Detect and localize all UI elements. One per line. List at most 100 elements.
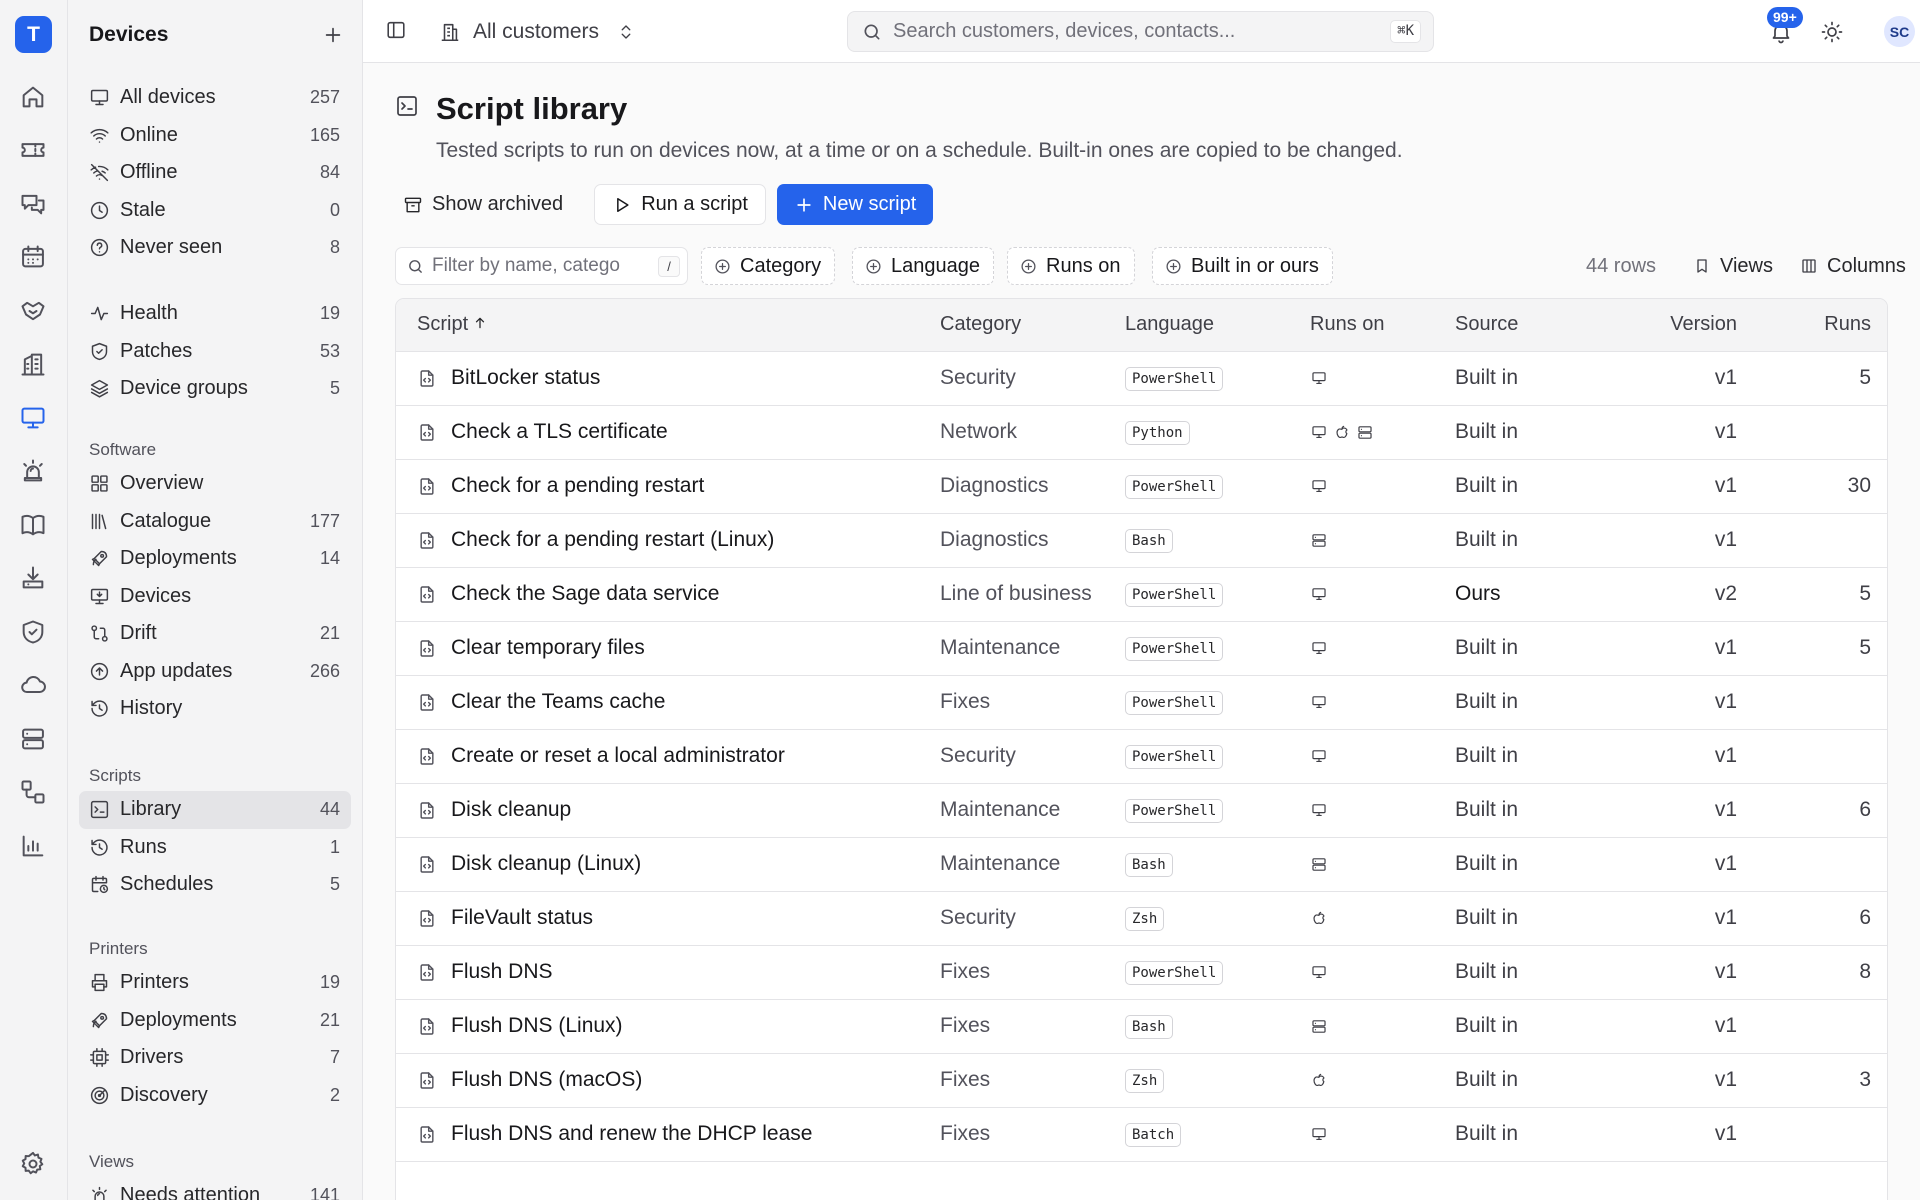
table-row[interactable]: Create or reset a local administrator Sec… — [396, 729, 1887, 784]
workflow-icon[interactable] — [19, 778, 47, 806]
filter-chip-language[interactable]: Language — [852, 247, 994, 285]
table-row[interactable]: Check for a pending restart Diagnostics Po… — [396, 459, 1887, 514]
script-name-cell[interactable]: FileVault status — [396, 891, 940, 946]
sidebar-item-discovery[interactable]: Discovery 2 — [79, 1077, 351, 1115]
sidebar-item-app-updates[interactable]: App updates 266 — [79, 653, 351, 691]
sidebar-item-schedules[interactable]: Schedules 5 — [79, 866, 351, 904]
script-name-cell[interactable]: Flush DNS and renew the DHCP lease — [396, 1107, 940, 1162]
gear-icon[interactable] — [19, 1150, 47, 1178]
script-name-cell[interactable]: BitLocker status — [396, 351, 940, 406]
sidebar-item-never-seen[interactable]: Never seen 8 — [79, 229, 351, 267]
script-name-cell[interactable]: Disk cleanup (Linux) — [396, 837, 940, 892]
columns-button[interactable]: Columns — [1801, 251, 1906, 281]
sidebar-item-device-groups[interactable]: Device groups 5 — [79, 370, 351, 408]
sidebar-item-online[interactable]: Online 165 — [79, 117, 351, 155]
script-name-cell[interactable]: Check the Sage data service — [396, 567, 940, 622]
table-row[interactable]: Flush DNS and renew the DHCP lease Fixes B… — [396, 1107, 1887, 1162]
script-name-cell[interactable]: Flush DNS (macOS) — [396, 1053, 940, 1108]
sidebar-item-offline[interactable]: Offline 84 — [79, 154, 351, 192]
filter-chip-runs-on[interactable]: Runs on — [1007, 247, 1135, 285]
filter-chip-source[interactable]: Built in or ours — [1152, 247, 1333, 285]
script-name-cell[interactable]: Create or reset a local administrator — [396, 729, 940, 784]
chart-icon[interactable] — [19, 832, 47, 860]
table-row[interactable]: Check for a pending restart (Linux) Diagn… — [396, 513, 1887, 568]
table-row[interactable]: FileVault status Security Zsh Built in v1 6 — [396, 891, 1887, 946]
column-header-runs-on[interactable]: Runs on — [1310, 299, 1455, 352]
sidebar-item-drivers[interactable]: Drivers 7 — [79, 1039, 351, 1077]
script-name-cell[interactable]: Clear the Teams cache — [396, 675, 940, 730]
monitor-icon[interactable] — [19, 404, 47, 432]
plus-icon[interactable] — [322, 24, 344, 46]
column-header-language[interactable]: Language — [1125, 299, 1310, 352]
table-row[interactable]: Check a TLS certificate Network Python Buil… — [396, 405, 1887, 460]
install-icon[interactable] — [19, 564, 47, 592]
column-header-version[interactable]: Version — [1615, 299, 1755, 352]
table-row[interactable]: Flush DNS Fixes PowerShell Built in v1 8 — [396, 945, 1887, 1000]
views-button[interactable]: Views — [1694, 251, 1773, 281]
sidebar-item-deployments[interactable]: Deployments 14 — [79, 540, 351, 578]
sidebar-item-stale[interactable]: Stale 0 — [79, 192, 351, 230]
sidebar-item-devices[interactable]: Devices — [79, 578, 351, 616]
global-search-input[interactable]: Search customers, devices, contacts... ⌘… — [847, 11, 1434, 52]
cloud-icon[interactable] — [19, 671, 47, 699]
shield-check-icon — [89, 341, 110, 362]
script-language-cell: PowerShell — [1125, 351, 1310, 406]
home-icon[interactable] — [19, 83, 47, 111]
sidebar-item-library[interactable]: Library 44 — [79, 791, 351, 829]
show-archived-button[interactable]: Show archived — [395, 184, 580, 225]
ticket-icon[interactable] — [19, 136, 47, 164]
table-row[interactable]: Disk cleanup Maintenance PowerShell Built i… — [396, 783, 1887, 838]
column-header-runs[interactable]: Runs — [1755, 299, 1887, 352]
script-name-cell[interactable]: Check for a pending restart — [396, 459, 940, 514]
column-header-script[interactable]: Script — [396, 299, 940, 352]
script-name-cell[interactable]: Disk cleanup — [396, 783, 940, 838]
filter-chip-category[interactable]: Category — [701, 247, 836, 285]
handshake-icon[interactable] — [19, 297, 47, 325]
sidebar-item-health[interactable]: Health 19 — [79, 295, 351, 333]
chat-icon[interactable] — [19, 190, 47, 218]
sidebar-item-needs-attention[interactable]: Needs attention 141 — [79, 1177, 351, 1200]
sidebar-item-history[interactable]: History — [79, 690, 351, 728]
new-script-button[interactable]: New script — [776, 184, 934, 225]
activity-icon — [89, 303, 110, 324]
filter-input[interactable]: Filter by name, catego / — [395, 247, 688, 285]
sun-icon[interactable] — [1820, 20, 1844, 44]
script-name-cell[interactable]: Flush DNS — [396, 945, 940, 1000]
table-row[interactable]: Flush DNS (macOS) Fixes Zsh Built in v1 3 — [396, 1053, 1887, 1108]
search-icon — [407, 258, 424, 275]
sidebar-item-overview[interactable]: Overview — [79, 465, 351, 503]
building-icon[interactable] — [19, 350, 47, 378]
sidebar-item-runs[interactable]: Runs 1 — [79, 829, 351, 867]
sidebar-item-all-devices[interactable]: All devices 257 — [79, 79, 351, 117]
script-name-cell[interactable]: Check a TLS certificate — [396, 405, 940, 460]
table-row[interactable]: Clear temporary files Maintenance PowerShe… — [396, 621, 1887, 676]
run-script-button[interactable]: Run a script — [594, 184, 766, 225]
server-icon[interactable] — [19, 725, 47, 753]
siren-icon[interactable] — [19, 457, 47, 485]
table-row[interactable]: BitLocker status Security PowerShell Built … — [396, 351, 1887, 406]
calendar-icon[interactable] — [19, 243, 47, 271]
sidebar-item-deployments[interactable]: Deployments 21 — [79, 1002, 351, 1040]
sidebar-item-catalogue[interactable]: Catalogue 177 — [79, 503, 351, 541]
column-header-source[interactable]: Source — [1455, 299, 1615, 352]
archive-icon — [403, 195, 423, 215]
app-logo[interactable]: T — [15, 16, 52, 53]
user-avatar[interactable]: SC — [1884, 16, 1915, 47]
table-row[interactable]: Flush DNS (Linux) Fixes Bash Built in v1 — [396, 999, 1887, 1054]
script-name-cell[interactable]: Clear temporary files — [396, 621, 940, 676]
column-header-category[interactable]: Category — [940, 299, 1125, 352]
script-name-cell[interactable]: Check for a pending restart (Linux) — [396, 513, 940, 568]
sidebar-item-printers[interactable]: Printers 19 — [79, 964, 351, 1002]
shield-icon[interactable] — [19, 618, 47, 646]
book-icon[interactable] — [19, 511, 47, 539]
table-row[interactable]: Clear the Teams cache Fixes PowerShell Buil… — [396, 675, 1887, 730]
script-name-cell[interactable]: Flush DNS (Linux) — [396, 999, 940, 1054]
file-code-icon — [417, 962, 437, 983]
sidebar-item-patches[interactable]: Patches 53 — [79, 333, 351, 371]
sidebar-toggle-icon[interactable] — [385, 19, 407, 41]
table-row[interactable]: Check the Sage data service Line of busin… — [396, 567, 1887, 622]
table-row[interactable]: Disk cleanup (Linux) Maintenance Bash Built… — [396, 837, 1887, 892]
sidebar-item-drift[interactable]: Drift 21 — [79, 615, 351, 653]
customer-scope-selector[interactable]: All customers — [439, 17, 647, 47]
script-version: v1 — [1615, 729, 1755, 784]
